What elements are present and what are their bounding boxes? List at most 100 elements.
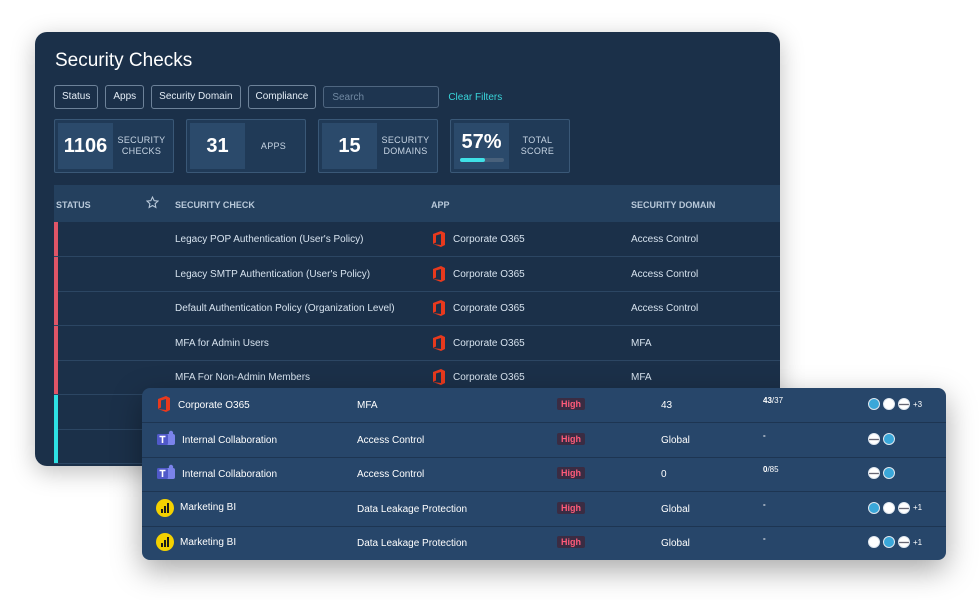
progress-value: -: [763, 534, 766, 543]
compliance-badge-icon: [898, 501, 910, 514]
office-icon: [433, 334, 445, 351]
office-icon: [433, 369, 445, 385]
compliance-badge-icon: [868, 398, 880, 410]
compliance-badge-icon: [868, 536, 880, 548]
page-title: Security Checks: [55, 50, 193, 71]
clear-filters-link[interactable]: Clear Filters: [448, 92, 502, 103]
stat-value: 1106: [58, 123, 113, 169]
compliance-icons: [868, 432, 898, 445]
filter-compliance-button[interactable]: Compliance: [247, 85, 317, 109]
detail-row[interactable]: Internal Collaboration Access Control High…: [142, 457, 946, 492]
status-indicator: [54, 222, 58, 256]
filter-apps-button[interactable]: Apps: [105, 85, 145, 109]
scope-value: 0: [661, 469, 667, 480]
compliance-badge-icon: [883, 501, 895, 514]
stat-label: SECURITY DOMAINS: [381, 135, 430, 156]
power-bi-icon: [156, 533, 174, 551]
app-cell: Corporate O365: [431, 334, 525, 352]
detail-row[interactable]: Marketing BI Data Leakage Protection High G…: [142, 492, 946, 527]
app-name: Corporate O365: [453, 372, 525, 383]
app-cell: Marketing BI: [156, 533, 236, 551]
security-check-name: MFA For Non-Admin Members: [175, 372, 311, 383]
app-name: Corporate O365: [453, 303, 525, 314]
star-icon[interactable]: [145, 195, 160, 211]
app-name: Marketing BI: [180, 536, 237, 548]
security-check-name: Legacy POP Authentication (User's Policy…: [175, 234, 364, 245]
security-domain: Data Leakage Protection: [357, 503, 468, 515]
status-indicator: [54, 256, 58, 291]
filter-security-domain-button[interactable]: Security Domain: [151, 85, 241, 109]
compliance-badge-icon: [883, 398, 895, 410]
table-row[interactable]: Legacy SMTP Authentication (User's Polic…: [54, 256, 780, 292]
compliance-badge-icon: [868, 501, 880, 514]
compliance-badge-icon: [883, 536, 895, 548]
app-cell: Corporate O365: [431, 230, 525, 248]
progress-value: -: [763, 430, 766, 440]
scope-value: 43: [661, 400, 673, 411]
filter-status-button[interactable]: Status: [54, 85, 99, 109]
compliance-badge-icon: [883, 432, 895, 445]
status-indicator: [54, 429, 58, 463]
stat-security-domains: 15 SECURITY DOMAINS: [318, 119, 438, 173]
security-domain: Access Control: [357, 434, 425, 446]
table-row[interactable]: Default Authentication Policy (Organizat…: [54, 291, 780, 326]
score-progress-fill: [459, 157, 485, 162]
table-row[interactable]: MFA for Admin Users Corporate O365 MFA: [54, 325, 780, 361]
detail-overlay-table: Corporate O365 MFA High 43 43/37 +3 Internal …: [142, 388, 946, 560]
security-domain: MFA: [631, 372, 652, 383]
progress-value: 43/37: [763, 396, 784, 405]
office-icon: [433, 265, 445, 282]
compliance-badge-icon: [868, 467, 880, 479]
table-header: STATUS SECURITY CHECK APP SECURITY DOMAI…: [54, 185, 780, 222]
column-app[interactable]: APP: [431, 200, 450, 210]
security-domain: Access Control: [631, 303, 699, 314]
app-cell: Corporate O365: [156, 395, 250, 416]
office-icon: [433, 231, 445, 247]
stat-value: 15: [322, 123, 377, 169]
stat-total-score: 57% TOTAL SCORE: [450, 119, 570, 173]
security-domain: Access Control: [631, 268, 699, 280]
app-name: Internal Collaboration: [182, 469, 278, 480]
compliance-icons: +3: [868, 398, 922, 410]
extra-count: +3: [913, 399, 923, 409]
stat-label: SECURITY CHECKS: [117, 135, 166, 156]
security-check-name: Legacy SMTP Authentication (User's Polic…: [175, 268, 371, 280]
detail-row[interactable]: Corporate O365 MFA High 43 43/37 +3: [142, 388, 946, 423]
severity-badge: High: [557, 467, 585, 479]
app-cell: Marketing BI: [156, 498, 237, 517]
compliance-icons: [868, 467, 898, 479]
security-check-name: MFA for Admin Users: [175, 337, 269, 349]
security-domain: MFA: [357, 400, 378, 411]
compliance-badge-icon: [898, 398, 910, 410]
detail-row[interactable]: Internal Collaboration Access Control High…: [142, 423, 946, 458]
filter-bar: Status Apps Security Domain Compliance S…: [54, 85, 502, 109]
stat-label: TOTAL SCORE: [520, 135, 555, 156]
detail-row[interactable]: Marketing BI Data Leakage Protection High G…: [142, 526, 946, 560]
status-indicator: [54, 360, 58, 394]
column-security-domain[interactable]: SECURITY DOMAIN: [631, 200, 715, 210]
scope-value: Global: [661, 434, 690, 446]
search-input[interactable]: Search: [323, 86, 440, 108]
stat-value: 57%: [454, 123, 509, 169]
severity-badge: High: [557, 536, 585, 548]
security-domain: Data Leakage Protection: [357, 538, 468, 549]
column-security-check[interactable]: SECURITY CHECK: [175, 200, 255, 210]
table-row[interactable]: Legacy POP Authentication (User's Policy…: [54, 222, 780, 257]
stat-security-checks: 1106 SECURITY CHECKS: [54, 119, 174, 173]
progress-value: 0/85: [763, 465, 779, 474]
severity-badge: High: [557, 501, 585, 514]
compliance-badge-icon: [868, 432, 880, 445]
app-cell: Internal Collaboration: [156, 430, 277, 451]
scope-value: Global: [661, 503, 690, 515]
compliance-icons: +1: [868, 501, 922, 514]
score-progress-bar: [459, 157, 504, 162]
status-indicator: [54, 325, 58, 360]
security-domain: Access Control: [631, 234, 699, 245]
app-name: Corporate O365: [453, 234, 525, 245]
app-name: Marketing BI: [180, 502, 237, 513]
status-indicator: [54, 291, 58, 325]
app-cell: Corporate O365: [431, 368, 525, 386]
column-status[interactable]: STATUS: [56, 200, 91, 210]
status-indicator: [54, 394, 58, 429]
security-check-name: Default Authentication Policy (Organizat…: [175, 303, 395, 314]
